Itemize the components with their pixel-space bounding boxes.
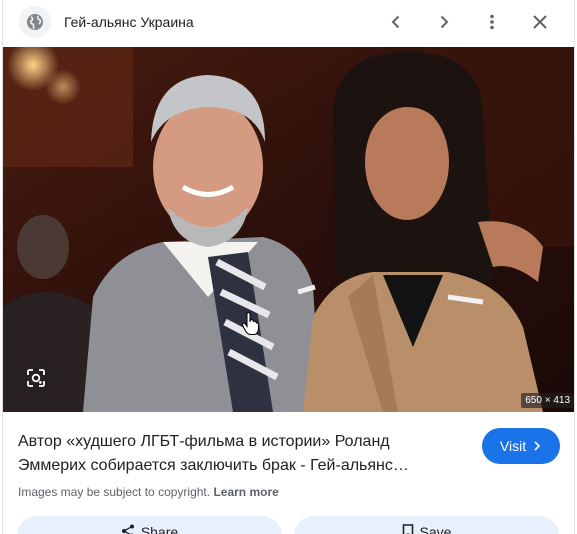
hand-cursor-icon (241, 312, 259, 335)
preview-header: Гей-альянс Украина (3, 0, 574, 46)
chevron-right-icon[interactable] (430, 8, 458, 36)
save-button-label: Save (419, 524, 452, 534)
globe-icon[interactable] (19, 6, 51, 38)
copyright-text: Images may be subject to copyright. (18, 485, 211, 499)
share-button[interactable]: Share (17, 516, 282, 534)
chevron-left-icon[interactable] (382, 8, 410, 36)
lens-icon[interactable] (19, 361, 53, 395)
copyright-notice: Images may be subject to copyright. Lear… (18, 485, 279, 499)
more-vert-icon[interactable] (478, 8, 506, 36)
bookmark-icon (402, 524, 413, 534)
visit-button[interactable]: Visit (482, 428, 560, 464)
chevron-right-icon (534, 441, 541, 451)
result-title-line-1: Автор «худшего ЛГБТ-фильма в истории» Ро… (18, 433, 390, 450)
image-dimensions-label: 650 × 413 (521, 393, 574, 408)
save-button[interactable]: Save (294, 516, 559, 534)
result-title-link[interactable]: Автор «худшего ЛГБТ-фильма в истории» Ро… (18, 430, 473, 478)
share-icon (121, 524, 134, 534)
learn-more-link[interactable]: Learn more (213, 485, 278, 499)
site-name[interactable]: Гей-альянс Украина (64, 14, 194, 30)
photo-illustration (3, 47, 574, 412)
result-title-line-2: Эммерих собирается заключить брак - Гей-… (18, 457, 409, 474)
share-button-label: Share (140, 524, 179, 534)
close-icon[interactable] (526, 8, 554, 36)
preview-image[interactable]: 650 × 413 (3, 47, 574, 412)
image-preview-panel: Гей-альянс Украина 650 × 413 Автор «худш… (2, 0, 575, 534)
visit-button-label: Visit (499, 438, 527, 454)
